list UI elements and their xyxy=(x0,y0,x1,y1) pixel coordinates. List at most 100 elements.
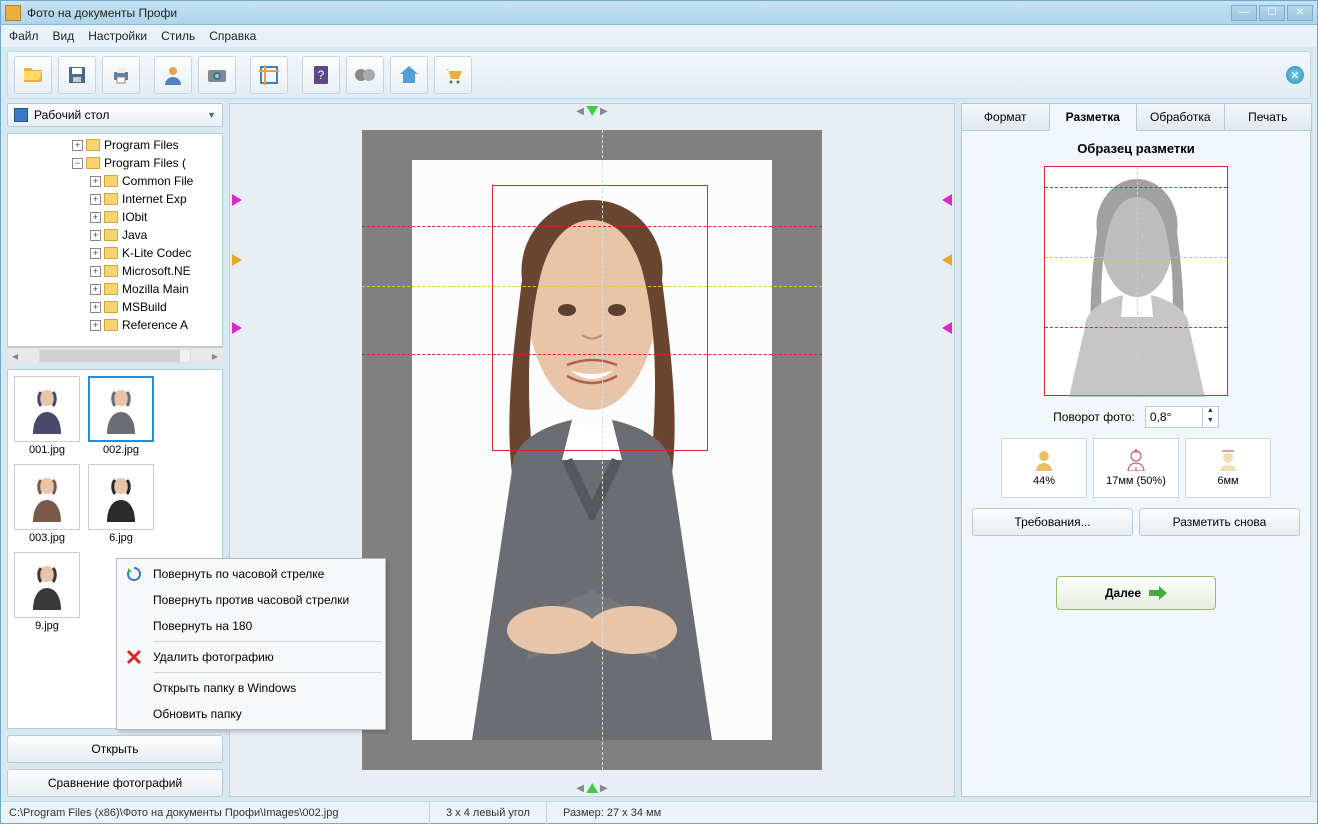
toolbar-print-icon[interactable] xyxy=(102,56,140,94)
expander-icon[interactable]: + xyxy=(90,176,101,187)
menu-settings[interactable]: Настройки xyxy=(88,29,147,43)
menu-file[interactable]: Файл xyxy=(9,29,39,43)
tree-item-label: Reference A xyxy=(122,318,188,332)
compare-button[interactable]: Сравнение фотографий xyxy=(7,769,223,797)
rotate-input[interactable] xyxy=(1146,407,1202,427)
rotate-spinner[interactable]: ▲▼ xyxy=(1145,406,1219,428)
toolbar-camera-icon[interactable] xyxy=(198,56,236,94)
tree-item[interactable]: + Reference A xyxy=(8,316,222,334)
toolbar-crop-icon[interactable] xyxy=(250,56,288,94)
tree-item-label: Java xyxy=(122,228,147,242)
marker-left-yellow[interactable] xyxy=(232,254,242,266)
tab-markup[interactable]: Разметка xyxy=(1049,103,1138,131)
ctx-open-folder[interactable]: Открыть папку в Windows xyxy=(119,675,383,701)
ctx-rotate-ccw[interactable]: Повернуть против часовой стрелки xyxy=(119,587,383,613)
tree-item[interactable]: +Program Files xyxy=(8,136,222,154)
marker-right-yellow[interactable] xyxy=(942,254,952,266)
sample-title: Образец разметки xyxy=(1077,141,1195,156)
folder-icon xyxy=(104,265,118,277)
ctx-rotate-cw[interactable]: Повернуть по часовой стрелке xyxy=(119,561,383,587)
tree-item-label: Microsoft.NE xyxy=(122,264,191,278)
requirements-button[interactable]: Требования... xyxy=(972,508,1133,536)
next-button[interactable]: Далее xyxy=(1056,576,1216,610)
toolbar-open-icon[interactable] xyxy=(14,56,52,94)
tree-item[interactable]: + Microsoft.NE xyxy=(8,262,222,280)
expander-icon[interactable]: + xyxy=(90,284,101,295)
tree-item[interactable]: +IObit xyxy=(8,208,222,226)
metric-face-ratio[interactable]: 44% xyxy=(1001,438,1087,498)
toolbar-home-icon[interactable] xyxy=(390,56,428,94)
status-corner: 3 x 4 левый угол xyxy=(429,802,546,824)
thumbnail[interactable]: 002.jpg xyxy=(88,376,154,456)
folder-icon xyxy=(104,175,118,187)
menu-view[interactable]: Вид xyxy=(53,29,75,43)
status-size: Размер: 27 x 34 мм xyxy=(546,802,677,824)
ctx-rotate-180[interactable]: Повернуть на 180 xyxy=(119,613,383,639)
status-path: C:\Program Files (x86)\Фото на документы… xyxy=(9,802,429,824)
thumbnail[interactable]: 003.jpg xyxy=(14,464,80,544)
arrow-right-icon: ▶ xyxy=(600,783,608,794)
expander-icon[interactable]: + xyxy=(90,230,101,241)
maximize-button[interactable]: ☐ xyxy=(1259,5,1285,21)
right-panel: Формат Разметка Обработка Печать Образец… xyxy=(961,103,1311,797)
tree-item[interactable]: −Program Files ( xyxy=(8,154,222,172)
expander-icon[interactable]: + xyxy=(90,266,101,277)
folder-icon xyxy=(104,283,118,295)
open-button[interactable]: Открыть xyxy=(7,735,223,763)
guide-top-red xyxy=(362,226,822,227)
marker-right-red[interactable] xyxy=(942,194,952,206)
toolbar-help-icon[interactable]: ? xyxy=(302,56,340,94)
folder-icon xyxy=(104,229,118,241)
thumbnail-caption: 001.jpg xyxy=(14,444,80,456)
marker-left-red2[interactable] xyxy=(232,322,242,334)
remark-button[interactable]: Разметить снова xyxy=(1139,508,1300,536)
toolbar-save-icon[interactable] xyxy=(58,56,96,94)
tree-item[interactable]: + Java xyxy=(8,226,222,244)
chevron-down-icon: ▼ xyxy=(207,110,216,120)
expander-icon[interactable]: + xyxy=(72,140,83,151)
minimize-button[interactable]: — xyxy=(1231,5,1257,21)
tree-item[interactable]: +Mozilla Main xyxy=(8,280,222,298)
menu-help[interactable]: Справка xyxy=(209,29,256,43)
tab-process[interactable]: Обработка xyxy=(1136,103,1225,131)
thumbnail[interactable]: 6.jpg xyxy=(88,464,154,544)
expander-icon[interactable]: + xyxy=(90,320,101,331)
tab-format[interactable]: Формат xyxy=(961,103,1050,131)
thumbnail[interactable]: 9.jpg xyxy=(14,552,80,632)
marker-left-red[interactable] xyxy=(232,194,242,206)
toolbar-video-icon[interactable] xyxy=(346,56,384,94)
expander-icon[interactable]: + xyxy=(90,212,101,223)
tree-scrollbar[interactable]: ◂▸ xyxy=(7,347,223,363)
toolbar-cart-icon[interactable] xyxy=(434,56,472,94)
expander-icon[interactable]: + xyxy=(90,302,101,313)
tab-print[interactable]: Печать xyxy=(1224,103,1313,131)
tree-item[interactable]: +K-Lite Codec xyxy=(8,244,222,262)
thumbnail-caption: 9.jpg xyxy=(14,620,80,632)
menu-style[interactable]: Стиль xyxy=(161,29,195,43)
handle-bottom[interactable] xyxy=(586,783,598,793)
folder-tree[interactable]: +Program Files−Program Files (+Common Fi… xyxy=(7,133,223,347)
handle-top[interactable] xyxy=(586,106,598,116)
thumbnail[interactable]: 001.jpg xyxy=(14,376,80,456)
ctx-refresh[interactable]: Обновить папку xyxy=(119,701,383,727)
metric-top-margin[interactable]: 6мм xyxy=(1185,438,1271,498)
spinner-up-icon[interactable]: ▲ xyxy=(1203,407,1218,417)
location-combo[interactable]: Рабочий стол ▼ xyxy=(7,103,223,127)
expander-icon[interactable]: + xyxy=(90,248,101,259)
menubar: Файл Вид Настройки Стиль Справка xyxy=(1,25,1317,47)
toolbar-avatar-icon[interactable] xyxy=(154,56,192,94)
spinner-down-icon[interactable]: ▼ xyxy=(1203,417,1218,427)
expander-icon[interactable]: + xyxy=(90,194,101,205)
toolbar-close-icon[interactable]: ✕ xyxy=(1286,66,1304,84)
tree-item[interactable]: +Internet Exp xyxy=(8,190,222,208)
metric-head-height[interactable]: 17мм (50%) xyxy=(1093,438,1179,498)
crop-rectangle[interactable] xyxy=(492,185,708,451)
rotate-label: Поворот фото: xyxy=(1053,410,1135,424)
marker-right-red2[interactable] xyxy=(942,322,952,334)
expander-icon[interactable]: − xyxy=(72,158,83,169)
tree-item[interactable]: +MSBuild xyxy=(8,298,222,316)
close-button[interactable]: ✕ xyxy=(1287,5,1313,21)
tree-item[interactable]: +Common File xyxy=(8,172,222,190)
thumbnail-caption: 6.jpg xyxy=(88,532,154,544)
ctx-delete[interactable]: Удалить фотографию xyxy=(119,644,383,670)
